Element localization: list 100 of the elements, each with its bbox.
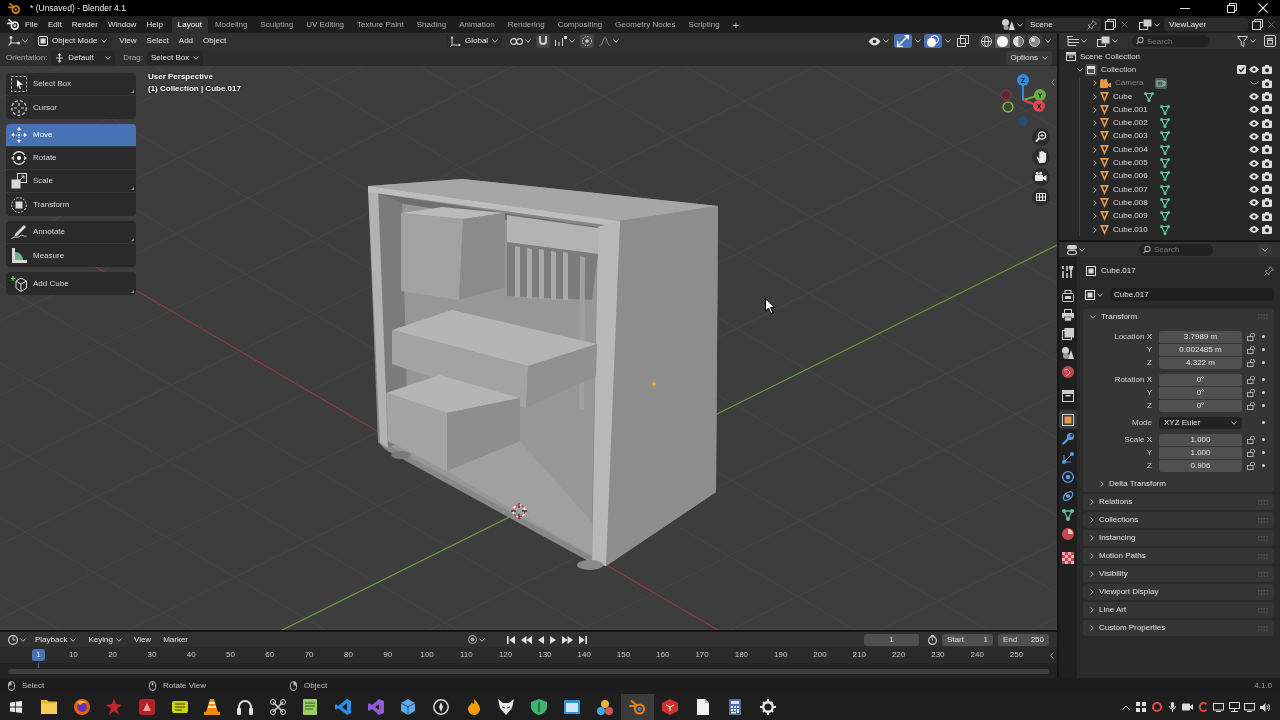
outliner-item[interactable]: Cube.005 xyxy=(1113,159,1148,167)
chevron-right-icon[interactable] xyxy=(1092,106,1097,113)
vertex-triangle-icon[interactable] xyxy=(1159,224,1170,235)
tool-button[interactable]: Annotate xyxy=(6,221,136,244)
properties-tab[interactable] xyxy=(1059,410,1077,429)
outliner-item[interactable]: Collection xyxy=(1101,65,1137,74)
panel-header[interactable]: Relations xyxy=(1083,494,1274,510)
eye-closed-icon[interactable] xyxy=(1249,81,1259,86)
drag-dropdown[interactable]: Select Box xyxy=(146,50,204,65)
outliner-item[interactable]: Camera xyxy=(1115,79,1144,88)
workspace-tab[interactable]: Animation xyxy=(453,17,501,33)
network-icon[interactable] xyxy=(1228,702,1240,712)
number-field[interactable]: 3.7989 m xyxy=(1159,330,1242,343)
outliner-item[interactable]: Scene Collection xyxy=(1080,52,1141,61)
eye-icon[interactable] xyxy=(1249,106,1259,114)
options-dropdown[interactable]: Options xyxy=(1006,50,1052,65)
workspace-tab[interactable]: Scripting xyxy=(682,17,726,33)
camera-icon[interactable] xyxy=(1032,168,1050,186)
menu-item[interactable]: Playback xyxy=(30,632,82,647)
vertex-triangle-icon[interactable] xyxy=(1159,104,1170,115)
camera-icon[interactable] xyxy=(1262,171,1272,181)
padlock-icon[interactable] xyxy=(1247,332,1256,341)
menu-item[interactable]: File xyxy=(20,17,43,32)
tool-button[interactable]: Move xyxy=(6,124,136,147)
shading-button[interactable] xyxy=(1011,34,1026,48)
snap-toggle[interactable] xyxy=(536,34,551,48)
panel-header[interactable]: Instancing xyxy=(1083,530,1274,546)
tool-button[interactable]: Select Box xyxy=(6,73,136,96)
eye-icon[interactable] xyxy=(1249,226,1259,233)
eye-icon[interactable] xyxy=(1249,212,1259,220)
tool-button[interactable]: Rotate xyxy=(6,147,136,170)
workspace-tab[interactable]: Sculpting xyxy=(254,17,300,33)
padlock-icon[interactable] xyxy=(1247,388,1256,397)
shading-button[interactable] xyxy=(1027,34,1042,48)
vertex-triangle-icon[interactable] xyxy=(1159,118,1170,129)
rewind-icon[interactable] xyxy=(521,635,532,644)
menu-item[interactable]: Render xyxy=(66,17,103,32)
menu-item[interactable]: Help xyxy=(141,17,168,32)
eye-icon[interactable] xyxy=(1249,199,1259,207)
eye-icon[interactable] xyxy=(1249,146,1259,154)
app-logo-icon[interactable] xyxy=(7,19,19,30)
number-field[interactable]: 4.322 m xyxy=(1159,356,1242,369)
microphone-icon[interactable] xyxy=(1168,702,1176,712)
workspace-tab[interactable]: Modeling xyxy=(208,17,254,33)
chevron-right-icon[interactable] xyxy=(1092,93,1097,100)
camera-icon[interactable] xyxy=(1262,158,1272,168)
panel-header[interactable]: Collections xyxy=(1083,512,1274,528)
chevron-down-icon[interactable] xyxy=(1045,39,1051,43)
panel-header[interactable]: Visibility xyxy=(1083,566,1274,582)
minimize-icon[interactable] xyxy=(1180,7,1190,9)
pin-icon[interactable] xyxy=(1087,19,1097,30)
dot-icon[interactable] xyxy=(1262,348,1265,351)
speaker-icon[interactable] xyxy=(1260,702,1271,712)
camera-icon[interactable] xyxy=(1262,225,1272,234)
dot-icon[interactable] xyxy=(1262,438,1265,441)
overlays-toggle[interactable] xyxy=(924,34,942,48)
eye-icon[interactable] xyxy=(1249,119,1259,127)
eye-icon[interactable] xyxy=(1249,93,1259,101)
chevron-right-icon[interactable] xyxy=(1092,186,1097,193)
menu-item[interactable]: Add xyxy=(173,33,199,49)
scene-name-field[interactable]: Scene xyxy=(1025,18,1101,31)
vertex-triangle-icon[interactable] xyxy=(1159,131,1170,142)
number-field[interactable]: 0° xyxy=(1159,399,1242,412)
chevron-up-icon[interactable] xyxy=(1121,704,1130,710)
skip-back-icon[interactable] xyxy=(507,635,515,644)
filter-button[interactable] xyxy=(1235,34,1258,48)
chevron-right-icon[interactable] xyxy=(1092,160,1097,166)
panel-header[interactable]: Transform xyxy=(1083,309,1274,324)
shading-button[interactable] xyxy=(979,34,994,48)
camera-icon[interactable] xyxy=(1262,65,1272,75)
scene-menu-button[interactable] xyxy=(1000,17,1025,32)
camera-icon[interactable] xyxy=(1262,118,1272,128)
number-field[interactable]: 0° xyxy=(1159,386,1242,399)
dot-icon[interactable] xyxy=(1262,421,1265,424)
dot-icon[interactable] xyxy=(1262,335,1265,338)
editor-type-button[interactable] xyxy=(1065,34,1089,48)
object-type-dropdown[interactable] xyxy=(1083,287,1105,302)
padlock-icon[interactable] xyxy=(1247,345,1256,354)
menu-item[interactable]: Window xyxy=(102,17,142,32)
menu-item[interactable]: Object xyxy=(198,33,232,49)
outliner-item[interactable]: Cube.009 xyxy=(1113,212,1148,221)
camera-icon[interactable] xyxy=(1262,198,1272,208)
add-workspace-button[interactable]: + xyxy=(726,17,746,33)
tool-button[interactable]: Transform xyxy=(6,193,136,216)
panel-header[interactable]: Custom Properties xyxy=(1083,620,1274,636)
subpanel-header[interactable]: Delta Transform xyxy=(1083,477,1166,490)
panel-header[interactable]: Motion Paths xyxy=(1083,548,1274,564)
menu-item[interactable]: View xyxy=(114,33,142,49)
pin-icon[interactable] xyxy=(1264,265,1274,276)
camera-icon[interactable] xyxy=(1262,145,1272,155)
collection-checkbox[interactable] xyxy=(1236,65,1246,75)
editor-type-button[interactable] xyxy=(1065,242,1087,257)
gizmo-toggle[interactable] xyxy=(894,34,912,48)
padlock-icon[interactable] xyxy=(1247,401,1256,410)
chevron-down-icon[interactable] xyxy=(1076,67,1083,72)
menu-item[interactable]: Edit xyxy=(42,17,67,32)
duplicate-icon[interactable] xyxy=(1252,19,1263,30)
end-frame-field[interactable]: End 250 xyxy=(998,633,1049,646)
shading-button[interactable] xyxy=(995,34,1010,48)
mode-dropdown[interactable]: Object Mode xyxy=(34,34,112,48)
